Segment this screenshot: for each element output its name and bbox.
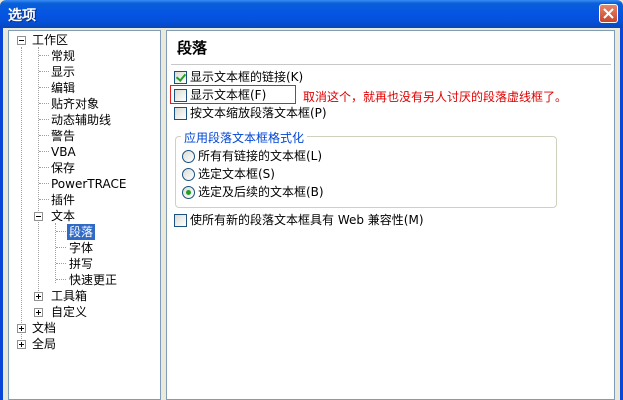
- page-title: 段落: [177, 39, 208, 57]
- tree-item-general[interactable]: 常规: [51, 48, 75, 64]
- radio-selected-label[interactable]: 选定文本框(S): [198, 166, 275, 182]
- tree-line: [39, 119, 49, 120]
- tree-item-spelling[interactable]: 拼写: [69, 256, 93, 272]
- tree-item-document[interactable]: 文档: [32, 320, 56, 336]
- tree-item-paragraph[interactable]: 段落: [67, 224, 96, 240]
- minus-icon[interactable]: [17, 36, 26, 45]
- tree-item-save[interactable]: 保存: [51, 160, 75, 176]
- radio-selected[interactable]: [182, 168, 195, 181]
- tree-item-text[interactable]: 文本: [51, 208, 75, 224]
- show-links-checkbox[interactable]: [174, 71, 187, 84]
- tree-line: [39, 167, 49, 168]
- minus-icon[interactable]: [34, 212, 43, 221]
- divider: [171, 64, 611, 65]
- settings-panel: 段落 显示文本框的链接(K) 显示文本框(F) 取消这个，就再也没有另人讨厌的段…: [166, 30, 615, 400]
- tree-line: [56, 263, 66, 264]
- tree-item-edit[interactable]: 编辑: [51, 80, 75, 96]
- tree-line: [21, 47, 22, 345]
- tree-item-font[interactable]: 字体: [69, 240, 93, 256]
- tree-item-display[interactable]: 显示: [51, 64, 75, 80]
- tree-item-workspace[interactable]: 工作区: [32, 32, 68, 48]
- scale-frame-label[interactable]: 按文本缩放段落文本框(P): [190, 105, 327, 121]
- plus-icon[interactable]: [17, 340, 26, 349]
- tree-item-toolbox[interactable]: 工具箱: [51, 288, 87, 304]
- window-title: 选项: [8, 8, 36, 24]
- plus-icon[interactable]: [34, 292, 43, 301]
- groupbox-title: 应用段落文本框格式化: [181, 129, 308, 146]
- options-tree[interactable]: 工作区 常规 显示 编辑 贴齐对象 动态辅助线 警告 VBA 保存 PowerT…: [8, 30, 161, 400]
- tree-line: [56, 279, 66, 280]
- radio-all-linked-label[interactable]: 所有有链接的文本框(L): [198, 148, 322, 164]
- radio-selected-following[interactable]: [182, 186, 195, 199]
- tree-line: [39, 103, 49, 104]
- tree-line: [39, 183, 49, 184]
- tree-item-global[interactable]: 全局: [32, 336, 56, 352]
- annotation-text: 取消这个，就再也没有另人讨厌的段落虚线框了。: [303, 90, 568, 104]
- title-bar[interactable]: 选项: [0, 0, 623, 28]
- close-button[interactable]: [599, 4, 618, 23]
- radio-all-linked[interactable]: [182, 150, 195, 163]
- close-icon: [603, 8, 614, 19]
- tree-line: [56, 247, 66, 248]
- tree-line: [38, 47, 39, 297]
- tree-item-warnings[interactable]: 警告: [51, 128, 75, 144]
- tree-line: [56, 231, 66, 232]
- tree-line: [39, 55, 49, 56]
- web-compat-label[interactable]: 使所有新的段落文本框具有 Web 兼容性(M): [190, 212, 424, 228]
- radio-selected-following-label[interactable]: 选定及后续的文本框(B): [198, 184, 324, 200]
- highlight-box: [170, 85, 296, 104]
- tree-item-customize[interactable]: 自定义: [51, 304, 87, 320]
- tree-line: [39, 151, 49, 152]
- tree-line: [39, 87, 49, 88]
- tree-item-powertrace[interactable]: PowerTRACE: [51, 176, 126, 192]
- tree-line: [39, 199, 49, 200]
- tree-item-quick-correct[interactable]: 快速更正: [69, 272, 117, 288]
- tree-line: [55, 223, 56, 283]
- plus-icon[interactable]: [17, 324, 26, 333]
- tree-item-vba[interactable]: VBA: [51, 144, 76, 160]
- tree-line: [39, 135, 49, 136]
- tree-item-snap[interactable]: 贴齐对象: [51, 96, 99, 112]
- show-links-label[interactable]: 显示文本框的链接(K): [190, 69, 303, 85]
- scale-frame-checkbox[interactable]: [174, 107, 187, 120]
- web-compat-checkbox[interactable]: [174, 214, 187, 227]
- tree-item-plugins[interactable]: 插件: [51, 192, 75, 208]
- plus-icon[interactable]: [34, 308, 43, 317]
- tree-line: [39, 71, 49, 72]
- tree-item-dynamic-guides[interactable]: 动态辅助线: [51, 112, 111, 128]
